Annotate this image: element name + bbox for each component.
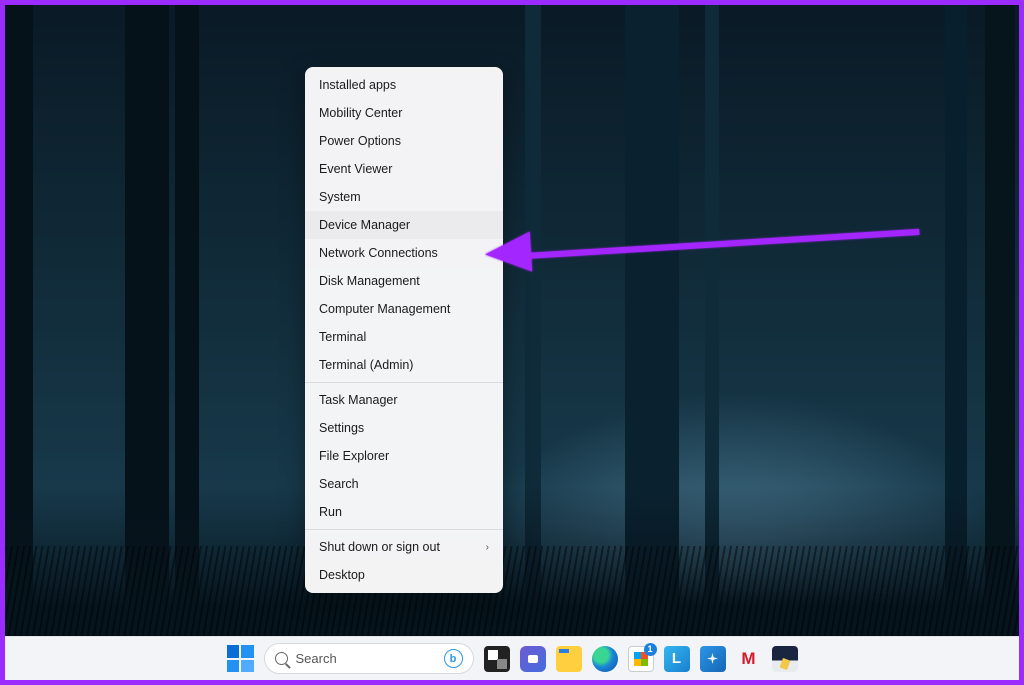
edge-button[interactable] xyxy=(592,646,618,672)
taskbar-search[interactable]: Search b xyxy=(264,643,474,674)
menu-item-desktop[interactable]: Desktop xyxy=(305,561,503,589)
menu-item-label: File Explorer xyxy=(319,449,389,463)
desktop-wallpaper[interactable]: Installed apps Mobility Center Power Optio… xyxy=(5,5,1019,636)
menu-item-label: Task Manager xyxy=(319,393,398,407)
menu-item-label: Mobility Center xyxy=(319,106,402,120)
menu-item-label: Device Manager xyxy=(319,218,410,232)
menu-item-system[interactable]: System xyxy=(305,183,503,211)
menu-item-disk-management[interactable]: Disk Management xyxy=(305,267,503,295)
menu-item-settings[interactable]: Settings xyxy=(305,414,503,442)
file-explorer-button[interactable] xyxy=(556,646,582,672)
menu-separator xyxy=(305,529,503,530)
taskbar: Search b 1 L M xyxy=(5,636,1019,680)
menu-item-terminal-admin-[interactable]: Terminal (Admin) xyxy=(305,351,503,379)
menu-item-label: Network Connections xyxy=(319,246,438,260)
menu-item-label: Terminal xyxy=(319,330,366,344)
bing-icon: b xyxy=(444,649,463,668)
store-badge: 1 xyxy=(644,643,657,656)
mcafee-button[interactable]: M xyxy=(736,646,762,672)
store-button[interactable]: 1 xyxy=(628,646,654,672)
menu-item-label: System xyxy=(319,190,361,204)
winx-menu: Installed apps Mobility Center Power Optio… xyxy=(305,67,503,593)
menu-item-label: Run xyxy=(319,505,342,519)
decor xyxy=(5,546,1019,636)
menu-item-label: Settings xyxy=(319,421,364,435)
menu-item-file-explorer[interactable]: File Explorer xyxy=(305,442,503,470)
menu-separator xyxy=(305,382,503,383)
menu-item-mobility-center[interactable]: Mobility Center xyxy=(305,99,503,127)
start-button[interactable] xyxy=(227,645,254,672)
menu-item-task-manager[interactable]: Task Manager xyxy=(305,386,503,414)
chat-button[interactable] xyxy=(520,646,546,672)
menu-item-power-options[interactable]: Power Options xyxy=(305,127,503,155)
menu-item-label: Desktop xyxy=(319,568,365,582)
app-l-button[interactable]: L xyxy=(664,646,690,672)
menu-item-device-manager[interactable]: Device Manager xyxy=(305,211,503,239)
menu-item-computer-management[interactable]: Computer Management xyxy=(305,295,503,323)
app-paint-button[interactable] xyxy=(772,646,798,672)
menu-item-label: Event Viewer xyxy=(319,162,392,176)
search-placeholder: Search xyxy=(296,651,337,666)
menu-item-event-viewer[interactable]: Event Viewer xyxy=(305,155,503,183)
menu-item-search[interactable]: Search xyxy=(305,470,503,498)
menu-item-run[interactable]: Run xyxy=(305,498,503,526)
menu-item-installed-apps[interactable]: Installed apps xyxy=(305,71,503,99)
menu-item-label: Power Options xyxy=(319,134,401,148)
menu-item-label: Disk Management xyxy=(319,274,420,288)
task-view-button[interactable] xyxy=(484,646,510,672)
menu-item-label: Terminal (Admin) xyxy=(319,358,413,372)
menu-item-label: Computer Management xyxy=(319,302,450,316)
app-tool-button[interactable] xyxy=(700,646,726,672)
menu-item-shut-down-or-sign-out[interactable]: Shut down or sign out › xyxy=(305,533,503,561)
search-icon xyxy=(275,652,288,665)
menu-item-label: Search xyxy=(319,477,359,491)
menu-item-label: Installed apps xyxy=(319,78,396,92)
menu-item-network-connections[interactable]: Network Connections xyxy=(305,239,503,267)
menu-item-label: Shut down or sign out xyxy=(319,540,440,554)
menu-item-terminal[interactable]: Terminal xyxy=(305,323,503,351)
chevron-right-icon: › xyxy=(486,542,489,553)
